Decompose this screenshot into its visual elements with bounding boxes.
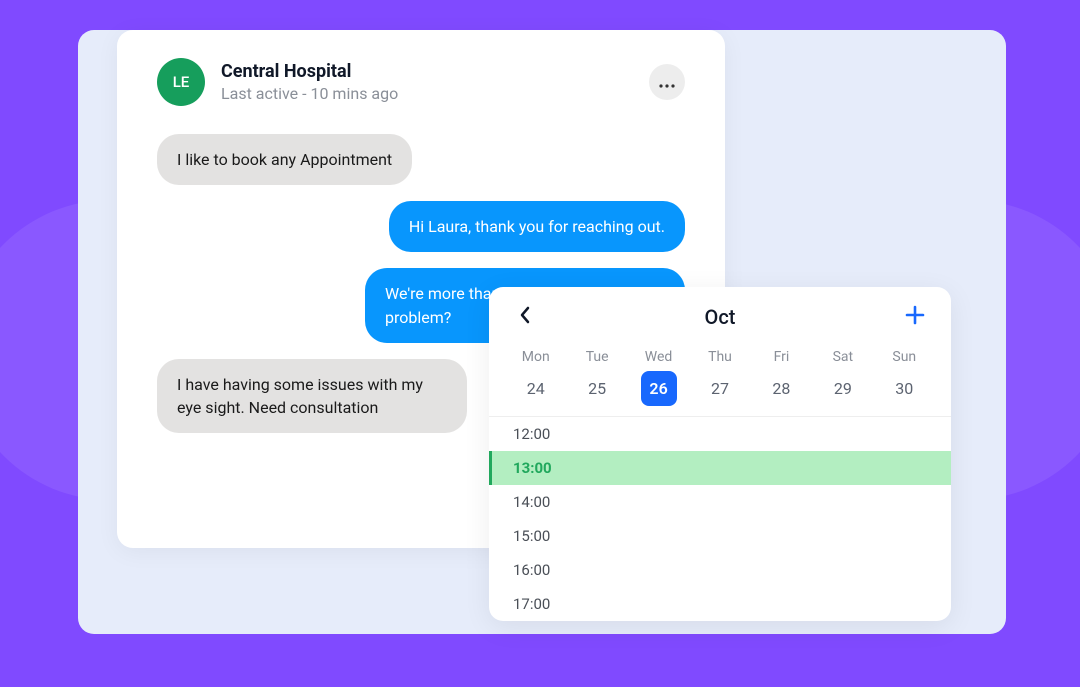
calendar-dayname: Tue <box>568 343 625 371</box>
more-button[interactable] <box>649 64 685 100</box>
time-slot[interactable]: 12:00 <box>489 417 951 451</box>
time-slot[interactable]: 17:00 <box>489 587 951 621</box>
plus-icon <box>904 304 926 330</box>
chat-subtitle: Last active - 10 mins ago <box>221 84 633 103</box>
calendar-dayname: Fri <box>753 343 810 371</box>
calendar-dayname: Sun <box>876 343 933 371</box>
calendar-card: Oct Mon Tue Wed Thu Fri Sat Sun 24 25 26… <box>489 287 951 621</box>
header-text: Central Hospital Last active - 10 mins a… <box>221 61 633 103</box>
time-slots-list[interactable]: 12:00 13:00 14:00 15:00 16:00 17:00 <box>489 416 951 621</box>
time-slot[interactable]: 14:00 <box>489 485 951 519</box>
more-icon <box>659 72 675 93</box>
calendar-day-selected[interactable]: 26 <box>641 371 677 406</box>
chevron-left-icon <box>519 306 531 328</box>
message-bubble[interactable]: I have having some issues with my eye si… <box>157 359 467 433</box>
calendar-add-button[interactable] <box>903 305 927 329</box>
avatar[interactable]: LE <box>157 58 205 106</box>
time-slot[interactable]: 15:00 <box>489 519 951 553</box>
chat-header: LE Central Hospital Last active - 10 min… <box>157 58 685 106</box>
calendar-month-label: Oct <box>705 305 736 329</box>
calendar-day[interactable]: 30 <box>886 371 922 406</box>
time-slot-selected[interactable]: 13:00 <box>489 451 951 485</box>
calendar-day[interactable]: 25 <box>579 371 615 406</box>
calendar-day[interactable]: 24 <box>518 371 554 406</box>
time-slot[interactable]: 16:00 <box>489 553 951 587</box>
message-bubble[interactable]: I like to book any Appointment <box>157 134 412 185</box>
chat-title: Central Hospital <box>221 61 633 82</box>
calendar-dayname: Sat <box>814 343 871 371</box>
message-bubble[interactable]: Hi Laura, thank you for reaching out. <box>389 201 685 252</box>
calendar-dayname: Mon <box>507 343 564 371</box>
calendar-day[interactable]: 27 <box>702 371 738 406</box>
calendar-daynames-row: Mon Tue Wed Thu Fri Sat Sun <box>489 343 951 371</box>
calendar-days-row: 24 25 26 27 28 29 30 <box>489 371 951 406</box>
calendar-dayname: Thu <box>691 343 748 371</box>
calendar-prev-button[interactable] <box>513 305 537 329</box>
calendar-dayname: Wed <box>630 343 687 371</box>
calendar-divider <box>489 406 951 416</box>
calendar-day[interactable]: 28 <box>763 371 799 406</box>
calendar-header: Oct <box>489 305 951 343</box>
calendar-day[interactable]: 29 <box>825 371 861 406</box>
